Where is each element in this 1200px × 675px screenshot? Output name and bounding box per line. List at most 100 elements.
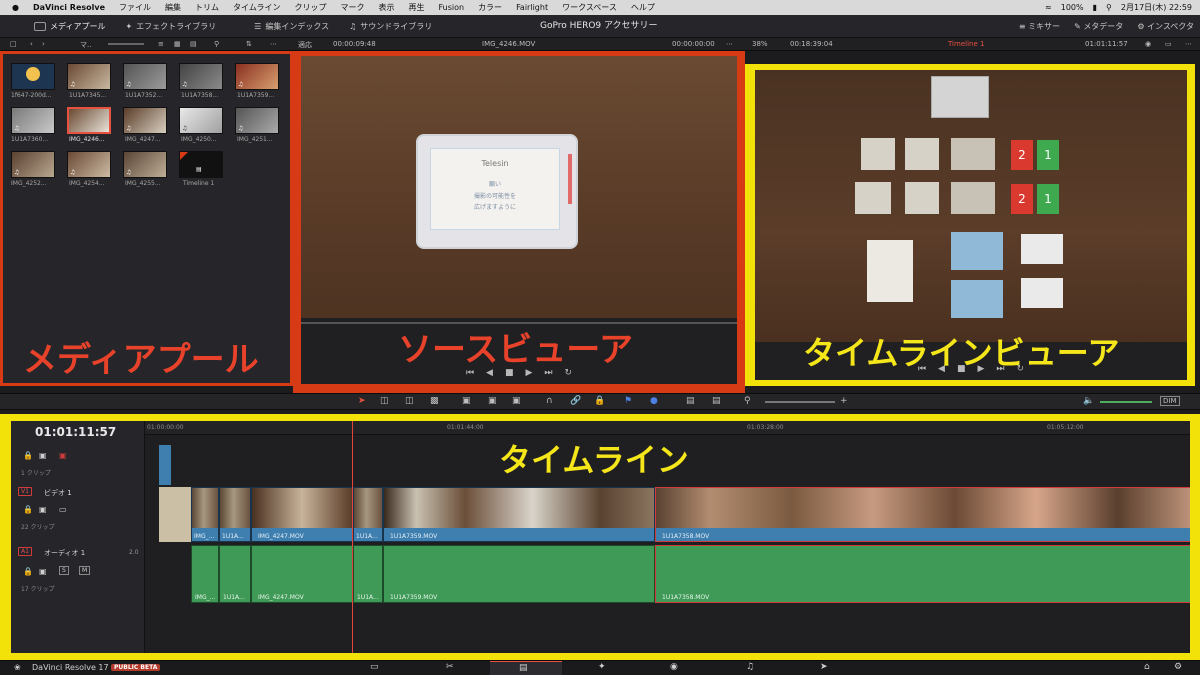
auto-select-icon[interactable]: ▣ xyxy=(39,451,47,460)
playhead[interactable] xyxy=(352,421,353,653)
volume-slider[interactable] xyxy=(1100,401,1152,403)
skip-end-icon[interactable]: ⏭ xyxy=(544,368,552,378)
more-icon[interactable]: ⋯ xyxy=(270,40,277,48)
dynamic-trim-icon[interactable]: ◫ xyxy=(405,396,414,406)
audio-clip[interactable]: IMG_4247.MOV xyxy=(251,545,353,603)
auto-select-icon[interactable]: ▣ xyxy=(39,505,47,514)
media-clip-thumb[interactable]: ♫ xyxy=(179,107,223,134)
play-icon[interactable]: ▶ xyxy=(525,368,532,378)
zoom-out-icon[interactable]: ⚲ xyxy=(744,396,751,406)
inspector-button[interactable]: ⚙ インスペクタ xyxy=(1137,21,1194,32)
menu-fairlight[interactable]: Fairlight xyxy=(516,3,548,12)
media-clip-thumb[interactable]: ♫ xyxy=(235,107,279,134)
timeline-thumb[interactable]: ▤ xyxy=(179,151,223,178)
media-clip-thumb[interactable]: ♫ xyxy=(11,151,55,178)
menu-trim[interactable]: トリム xyxy=(195,2,219,13)
video-clip[interactable]: IMG_... xyxy=(191,487,219,542)
page-cut-icon[interactable]: ✂ xyxy=(446,662,454,672)
clock[interactable]: 2月17日(木) 22:59 xyxy=(1121,2,1192,13)
menu-color[interactable]: カラー xyxy=(478,2,502,13)
track-visibility-icon[interactable]: ▭ xyxy=(59,505,67,514)
viewer-more-icon[interactable]: ⋯ xyxy=(1185,40,1192,48)
video-clip-still[interactable] xyxy=(159,487,191,542)
play-icon[interactable]: ▶ xyxy=(977,364,984,374)
back-icon[interactable]: ‹ xyxy=(30,40,33,48)
wifi-icon[interactable]: ≈ xyxy=(1045,3,1052,12)
trim-tool-icon[interactable]: ◫ xyxy=(380,396,389,406)
color-wheel-icon[interactable]: ◉ xyxy=(1145,40,1151,48)
page-fairlight-icon[interactable]: ♫ xyxy=(746,662,754,672)
replace-clip-icon[interactable]: ▣ xyxy=(512,396,521,406)
search-icon[interactable]: ⚲ xyxy=(1106,3,1112,12)
video-clip[interactable]: 1U1A... xyxy=(219,487,251,542)
home-icon[interactable]: ⌂ xyxy=(1144,662,1150,672)
metadata-button[interactable]: ✎ メタデータ xyxy=(1074,21,1123,32)
audio-clip[interactable]: 1U1A... xyxy=(219,545,251,603)
apple-icon[interactable]: ● xyxy=(12,3,19,12)
blade-tool-icon[interactable]: ▩ xyxy=(430,396,439,406)
mute-button[interactable]: M xyxy=(79,566,91,575)
audio-clip[interactable]: 1U1A... xyxy=(353,545,383,603)
media-clip-thumb[interactable]: ♫ xyxy=(235,63,279,90)
media-clip-thumb[interactable]: ♫ xyxy=(123,107,167,134)
selection-tool-icon[interactable]: ➤ xyxy=(358,396,366,406)
zoom-slider[interactable] xyxy=(765,401,835,403)
timeline-ruler[interactable]: 01:00:00:00 01:01:44:00 01:03:28:00 01:0… xyxy=(145,421,1190,435)
overwrite-clip-icon[interactable]: ▣ xyxy=(488,396,497,406)
page-media-icon[interactable]: ▭ xyxy=(370,662,379,672)
page-fusion-icon[interactable]: ✦ xyxy=(598,662,606,672)
forward-icon[interactable]: › xyxy=(42,40,45,48)
video-clip[interactable]: 1U1A7359.MOV xyxy=(383,487,655,542)
media-clip-thumb[interactable]: ♫ xyxy=(123,151,167,178)
menu-mark[interactable]: マーク xyxy=(340,2,364,13)
app-menu[interactable]: DaVinci Resolve xyxy=(33,3,105,12)
volume-icon[interactable]: 🔈 xyxy=(1083,396,1094,406)
disable-track-icon[interactable]: ▣ xyxy=(59,451,67,460)
solo-button[interactable]: S xyxy=(59,566,69,575)
play-reverse-icon[interactable]: ◀ xyxy=(938,364,945,374)
media-clip-thumb-selected[interactable] xyxy=(67,107,111,134)
source-clip-name[interactable]: IMG_4246.MOV xyxy=(482,40,535,48)
menu-help[interactable]: ヘルプ xyxy=(631,2,655,13)
source-more-icon[interactable]: ⋯ xyxy=(726,40,733,48)
video-track-badge[interactable]: V1 xyxy=(18,487,32,496)
video-clip-selected[interactable]: 1U1A7358.MOV xyxy=(655,487,1190,542)
timeline-name[interactable]: Timeline 1 xyxy=(948,40,984,48)
stop-icon[interactable]: ■ xyxy=(957,364,966,374)
bin-label[interactable]: マ.. xyxy=(80,40,91,50)
audio-track-badge[interactable]: A1 xyxy=(18,547,32,556)
audio-clip-selected[interactable]: 1U1A7358.MOV xyxy=(655,545,1190,603)
menu-edit[interactable]: 編集 xyxy=(165,2,181,13)
loop-icon[interactable]: ↻ xyxy=(565,368,573,378)
media-clip-thumb[interactable]: ♫ xyxy=(179,63,223,90)
timeline-view-icon-2[interactable]: ▤ xyxy=(712,396,721,406)
lock-icon[interactable]: 🔒 xyxy=(23,567,33,576)
menu-view[interactable]: 表示 xyxy=(378,2,394,13)
battery-icon[interactable]: ▮ xyxy=(1093,3,1097,12)
menu-playback[interactable]: 再生 xyxy=(408,2,424,13)
timeline-view-icon[interactable]: ▤ xyxy=(686,396,695,406)
fit-dropdown[interactable]: 適応 xyxy=(298,40,312,50)
media-clip-thumb[interactable]: ♫ xyxy=(123,63,167,90)
stop-icon[interactable]: ■ xyxy=(505,368,514,378)
menu-file[interactable]: ファイル xyxy=(119,2,151,13)
lock-icon[interactable]: 🔒 xyxy=(23,505,33,514)
play-reverse-icon[interactable]: ◀ xyxy=(486,368,493,378)
skip-start-icon[interactable]: ⏮ xyxy=(466,368,474,378)
tab-sound[interactable]: ♫ サウンドライブラリ xyxy=(339,15,442,38)
auto-select-icon[interactable]: ▣ xyxy=(39,567,47,576)
track-v2-clip[interactable] xyxy=(159,445,171,485)
loop-icon[interactable]: ↻ xyxy=(1017,364,1025,374)
lock-icon[interactable]: 🔒 xyxy=(594,396,605,406)
timeline-video-frame[interactable]: 2 1 2 1 xyxy=(755,70,1187,342)
sort-icon[interactable]: ⇅ xyxy=(246,40,252,48)
skip-end-icon[interactable]: ⏭ xyxy=(996,364,1004,374)
page-color-icon[interactable]: ◉ xyxy=(670,662,678,672)
lock-icon[interactable]: 🔒 xyxy=(23,451,33,460)
zoom-in-icon[interactable]: + xyxy=(840,396,848,406)
menu-workspace[interactable]: ワークスペース xyxy=(562,2,617,13)
source-video-frame[interactable]: Telesin 願い 撮影の可能性を 広げますように xyxy=(301,56,737,318)
snapping-icon[interactable]: ∩ xyxy=(546,396,553,406)
mixer-button[interactable]: ≡ ミキサー xyxy=(1019,21,1060,32)
page-edit-tab[interactable]: ▤ xyxy=(490,661,562,675)
